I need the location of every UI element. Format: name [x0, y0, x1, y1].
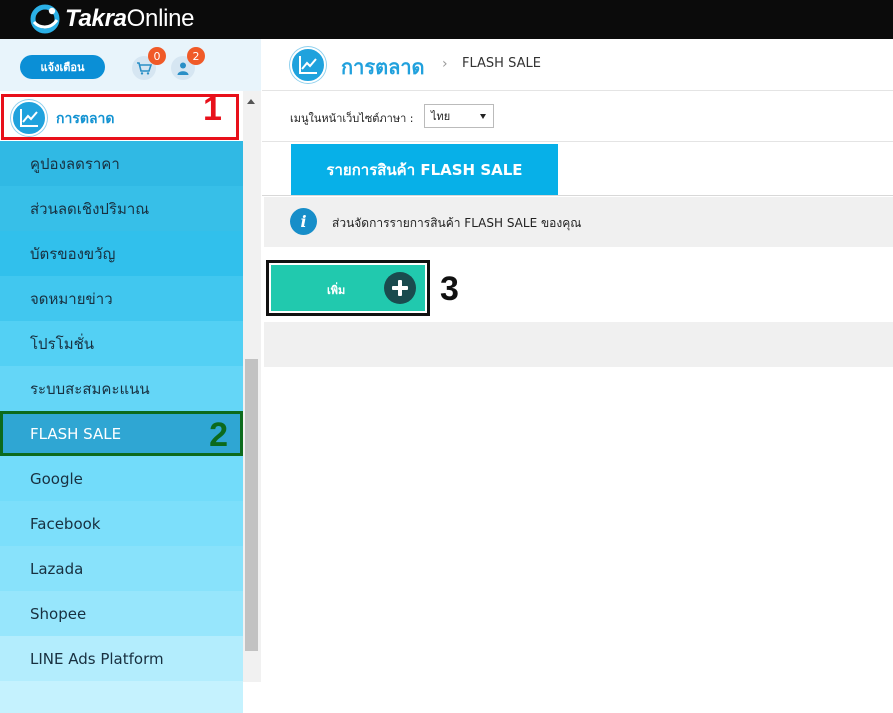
sidebar-item-label: LINE Ads Platform	[30, 649, 164, 668]
info-row: i ส่วนจัดการรายการสินค้า FLASH SALE ของค…	[264, 197, 893, 247]
sidebar-scrollbar[interactable]	[243, 91, 261, 682]
sidebar-item[interactable]: โปรโมชั่น	[0, 321, 243, 366]
sidebar-item-label: Google	[30, 469, 83, 488]
logo-text: TakraOnline	[65, 5, 195, 32]
annotation-number-1: 1	[203, 90, 222, 128]
sidebar-item-label: โปรโมชั่น	[30, 334, 95, 353]
annotation-number-3: 3	[440, 270, 459, 308]
app-logo[interactable]: TakraOnline	[30, 3, 195, 35]
chart-trend-icon	[290, 47, 326, 83]
sidebar-item[interactable]: Facebook	[0, 501, 243, 546]
tab-flash-sale-products[interactable]: รายการสินค้า FLASH SALE	[291, 144, 558, 195]
cart-button[interactable]: 0	[132, 47, 166, 80]
cart-icon	[137, 62, 152, 75]
sidebar-item-flash-sale[interactable]: FLASH SALE 2	[0, 411, 243, 456]
top-bar: TakraOnline	[0, 0, 893, 39]
breadcrumb-current: FLASH SALE	[462, 56, 541, 71]
user-button[interactable]: 2	[171, 47, 205, 80]
sidebar-category-marketing[interactable]: การตลาด 1	[0, 91, 243, 141]
sidebar: แจ้งเตือน 0 2 การตลาด 1 คูปองลดราคาส่วนล…	[0, 39, 261, 713]
user-icon	[177, 62, 189, 75]
main-content: การตลาด › FLASH SALE เมนูในหน้าเว็บไซต์ภ…	[262, 39, 893, 682]
language-select[interactable]: ไทย	[424, 104, 494, 128]
sidebar-item[interactable]: Shopee	[0, 591, 243, 636]
sidebar-item-label: ระบบสะสมคะแนน	[30, 379, 150, 398]
sidebar-item-label: ส่วนลดเชิงปริมาณ	[30, 199, 150, 218]
sidebar-item[interactable]	[0, 681, 243, 713]
info-text: ส่วนจัดการรายการสินค้า FLASH SALE ของคุณ	[332, 216, 582, 230]
annotation-box-3: เพิ่ม	[266, 260, 430, 316]
sidebar-item[interactable]: ส่วนลดเชิงปริมาณ	[0, 186, 243, 231]
language-label: เมนูในหน้าเว็บไซต์ภาษา :	[290, 112, 414, 125]
sidebar-item[interactable]: คูปองลดราคา	[0, 141, 243, 186]
sidebar-item-label: FLASH SALE	[30, 424, 122, 443]
language-select-value: ไทย	[431, 110, 451, 123]
list-area	[264, 322, 893, 367]
sidebar-item[interactable]: Google	[0, 456, 243, 501]
add-button-label: เพิ่ม	[327, 284, 346, 297]
notify-button[interactable]: แจ้งเตือน	[20, 55, 105, 79]
info-icon: i	[290, 208, 317, 235]
breadcrumb: การตลาด › FLASH SALE	[262, 39, 893, 91]
sidebar-item[interactable]: ระบบสะสมคะแนน	[0, 366, 243, 411]
sidebar-item-label: บัตรของขวัญ	[30, 244, 116, 263]
sidebar-item[interactable]: บัตรของขวัญ	[0, 231, 243, 276]
plus-icon	[384, 272, 416, 304]
sidebar-header: แจ้งเตือน 0 2	[0, 39, 261, 91]
chevron-right-icon: ›	[442, 56, 448, 72]
sidebar-item[interactable]: จดหมายข่าว	[0, 276, 243, 321]
sidebar-item[interactable]: LINE Ads Platform	[0, 636, 243, 681]
sidebar-item-label: Shopee	[30, 604, 87, 623]
tab-bar: รายการสินค้า FLASH SALE	[262, 143, 893, 196]
scrollbar-thumb[interactable]	[245, 359, 258, 651]
sidebar-item-label: คูปองลดราคา	[30, 154, 120, 173]
sidebar-menu: คูปองลดราคาส่วนลดเชิงปริมาณบัตรของขวัญจด…	[0, 141, 243, 713]
sidebar-item-label: Lazada	[30, 559, 84, 578]
sidebar-item[interactable]: Lazada	[0, 546, 243, 591]
caret-down-icon	[480, 114, 486, 119]
sidebar-item-label: Facebook	[30, 514, 101, 533]
breadcrumb-root[interactable]: การตลาด	[341, 51, 425, 83]
sidebar-item-label: จดหมายข่าว	[30, 289, 113, 308]
annotation-number-2: 2	[209, 416, 228, 454]
user-badge: 2	[187, 47, 205, 65]
cart-badge: 0	[148, 47, 166, 65]
logo-mark-icon	[30, 4, 60, 34]
language-row: เมนูในหน้าเว็บไซต์ภาษา : ไทย	[262, 92, 893, 142]
add-button[interactable]: เพิ่ม	[271, 265, 425, 311]
scroll-up-arrow-icon[interactable]	[247, 99, 255, 104]
